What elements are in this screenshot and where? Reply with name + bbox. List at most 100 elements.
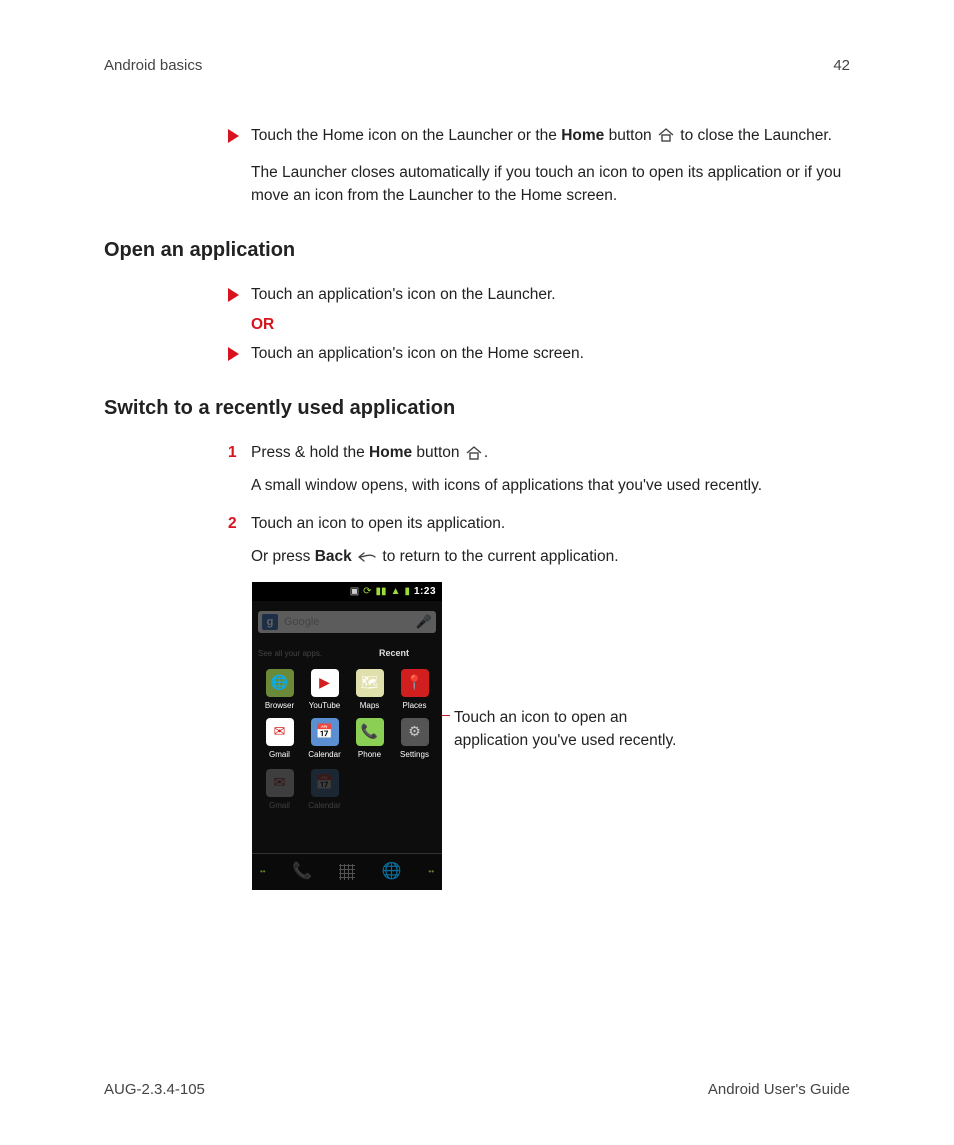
phone-icon: 📞	[356, 718, 384, 746]
app-phone: 📞 Phone	[348, 718, 391, 761]
dock-dots-icon: ••	[428, 866, 434, 878]
callout-text: Touch an icon to open an application you…	[454, 706, 704, 753]
close-launcher-text: Touch the Home icon on the Launcher or t…	[251, 124, 850, 147]
status-battery-icon: ▮	[404, 584, 410, 599]
app-places: 📍 Places	[393, 669, 436, 712]
or-label: OR	[251, 313, 850, 336]
text-fragment: Touch the Home icon on the Launcher or t…	[251, 127, 561, 144]
text-fragment: to close the Launcher.	[676, 127, 832, 144]
text-fragment: button	[412, 444, 464, 461]
gmail-icon: ✉	[266, 769, 294, 797]
text-fragment: Or press	[251, 548, 315, 565]
app-dim-calendar: 📅 Calendar	[303, 769, 346, 812]
app-label: Places	[402, 700, 426, 712]
text-fragment: button	[604, 127, 656, 144]
app-dim-gmail: ✉ Gmail	[258, 769, 301, 812]
open-app-block: Touch an application's icon on the Launc…	[228, 283, 850, 365]
text-bold: Home	[561, 127, 604, 144]
app-label: Browser	[265, 700, 294, 712]
open-app-bullet-1: Touch an application's icon on the Launc…	[228, 283, 850, 306]
home-icon	[466, 446, 482, 460]
phone-body: g Google 🎤 See all your apps. Recent 🌐 Br…	[252, 601, 442, 853]
text-fragment: .	[484, 444, 488, 461]
phone-screenshot: ▣ ⟳ ▮▮ ▲ ▮ 1:23 g Google 🎤 See all your …	[252, 582, 442, 890]
app-label: Gmail	[269, 749, 290, 761]
maps-icon: 🗺	[356, 669, 384, 697]
callout-line	[442, 715, 450, 716]
dock-phone-icon: 📞	[292, 860, 312, 884]
document-page: Android basics 42 Touch the Home icon on…	[0, 0, 954, 1145]
footer-left: AUG-2.3.4-105	[104, 1079, 205, 1102]
close-launcher-followup: The Launcher closes automatically if you…	[251, 161, 850, 208]
app-label: Maps	[360, 700, 380, 712]
status-clock: 1:23	[414, 584, 436, 599]
step-number: 1	[228, 441, 251, 464]
text-fragment: Press & hold the	[251, 444, 369, 461]
step-2: 2 Touch an icon to open its application.	[228, 512, 850, 535]
open-app-text-2: Touch an application's icon on the Home …	[251, 342, 850, 365]
home-icon	[658, 128, 674, 142]
youtube-icon: ▶	[311, 669, 339, 697]
red-triangle-icon	[228, 288, 239, 302]
header-page-number: 42	[833, 55, 850, 78]
header-section: Android basics	[104, 55, 202, 78]
close-launcher-block: Touch the Home icon on the Launcher or t…	[228, 124, 850, 208]
step-number: 2	[228, 512, 251, 535]
step-1-text: Press & hold the Home button .	[251, 441, 850, 464]
step-1-followup: A small window opens, with icons of appl…	[251, 474, 850, 497]
app-label: Calendar	[308, 800, 340, 812]
page-header: Android basics 42	[104, 55, 850, 78]
footer-right: Android User's Guide	[708, 1079, 850, 1102]
app-maps: 🗺 Maps	[348, 669, 391, 712]
text-bold: Home	[369, 444, 412, 461]
red-triangle-icon	[228, 347, 239, 361]
text-fragment	[352, 548, 356, 565]
text-bold: Back	[315, 548, 352, 565]
text-fragment: to return to the current application.	[378, 548, 618, 565]
app-label: YouTube	[309, 700, 340, 712]
app-label: Calendar	[308, 749, 340, 761]
open-app-text-1: Touch an application's icon on the Launc…	[251, 283, 850, 306]
recent-apps-grid: 🌐 Browser ▶ YouTube 🗺 Maps 📍 Places ✉Gmail 📅…	[258, 669, 436, 761]
heading-switch-app: Switch to a recently used application	[104, 393, 850, 423]
phone-statusbar: ▣ ⟳ ▮▮ ▲ ▮ 1:23	[252, 582, 442, 601]
step-2-followup: Or press Back to return to the current a…	[251, 545, 850, 568]
dock-grid-icon	[339, 864, 355, 880]
app-youtube: ▶ YouTube	[303, 669, 346, 712]
app-label: Gmail	[269, 800, 290, 812]
mic-icon: 🎤	[416, 612, 432, 632]
phone-dock: •• 📞 🌐 ••	[252, 853, 442, 890]
google-badge-icon: g	[262, 614, 278, 630]
phone-search-bar: g Google 🎤	[258, 611, 436, 633]
step-1: 1 Press & hold the Home button .	[228, 441, 850, 464]
status-icon: ▣	[350, 584, 359, 599]
app-browser: 🌐 Browser	[258, 669, 301, 712]
search-placeholder: Google	[284, 614, 416, 631]
calendar-icon: 📅	[311, 718, 339, 746]
places-icon: 📍	[401, 669, 429, 697]
status-sync-icon: ⟳	[363, 584, 371, 599]
app-gmail: ✉Gmail	[258, 718, 301, 761]
dock-dots-icon: ••	[260, 866, 266, 878]
close-launcher-bullet: Touch the Home icon on the Launcher or t…	[228, 124, 850, 147]
status-signal-icon: ▮▮	[376, 584, 387, 599]
page-footer: AUG-2.3.4-105 Android User's Guide	[104, 1079, 850, 1102]
settings-icon: ⚙	[401, 718, 429, 746]
dim-apps-row: ✉ Gmail 📅 Calendar	[258, 769, 436, 812]
app-calendar: 📅 Calendar	[303, 718, 346, 761]
phone-screenshot-area: ▣ ⟳ ▮▮ ▲ ▮ 1:23 g Google 🎤 See all your …	[252, 582, 850, 890]
browser-icon: 🌐	[266, 669, 294, 697]
heading-open-app: Open an application	[104, 235, 850, 265]
app-settings: ⚙ Settings	[393, 718, 436, 761]
back-icon	[358, 551, 376, 563]
recent-title: Recent	[379, 647, 409, 661]
dock-browser-icon: 🌐	[382, 860, 402, 884]
app-label: Settings	[400, 749, 429, 761]
open-app-bullet-2: Touch an application's icon on the Home …	[228, 342, 850, 365]
step-2-text: Touch an icon to open its application.	[251, 512, 850, 535]
app-label: Phone	[358, 749, 381, 761]
status-wifi-icon: ▲	[391, 584, 401, 599]
calendar-icon: 📅	[311, 769, 339, 797]
red-triangle-icon	[228, 129, 239, 143]
see-all-hint: See all your apps.	[258, 648, 322, 660]
